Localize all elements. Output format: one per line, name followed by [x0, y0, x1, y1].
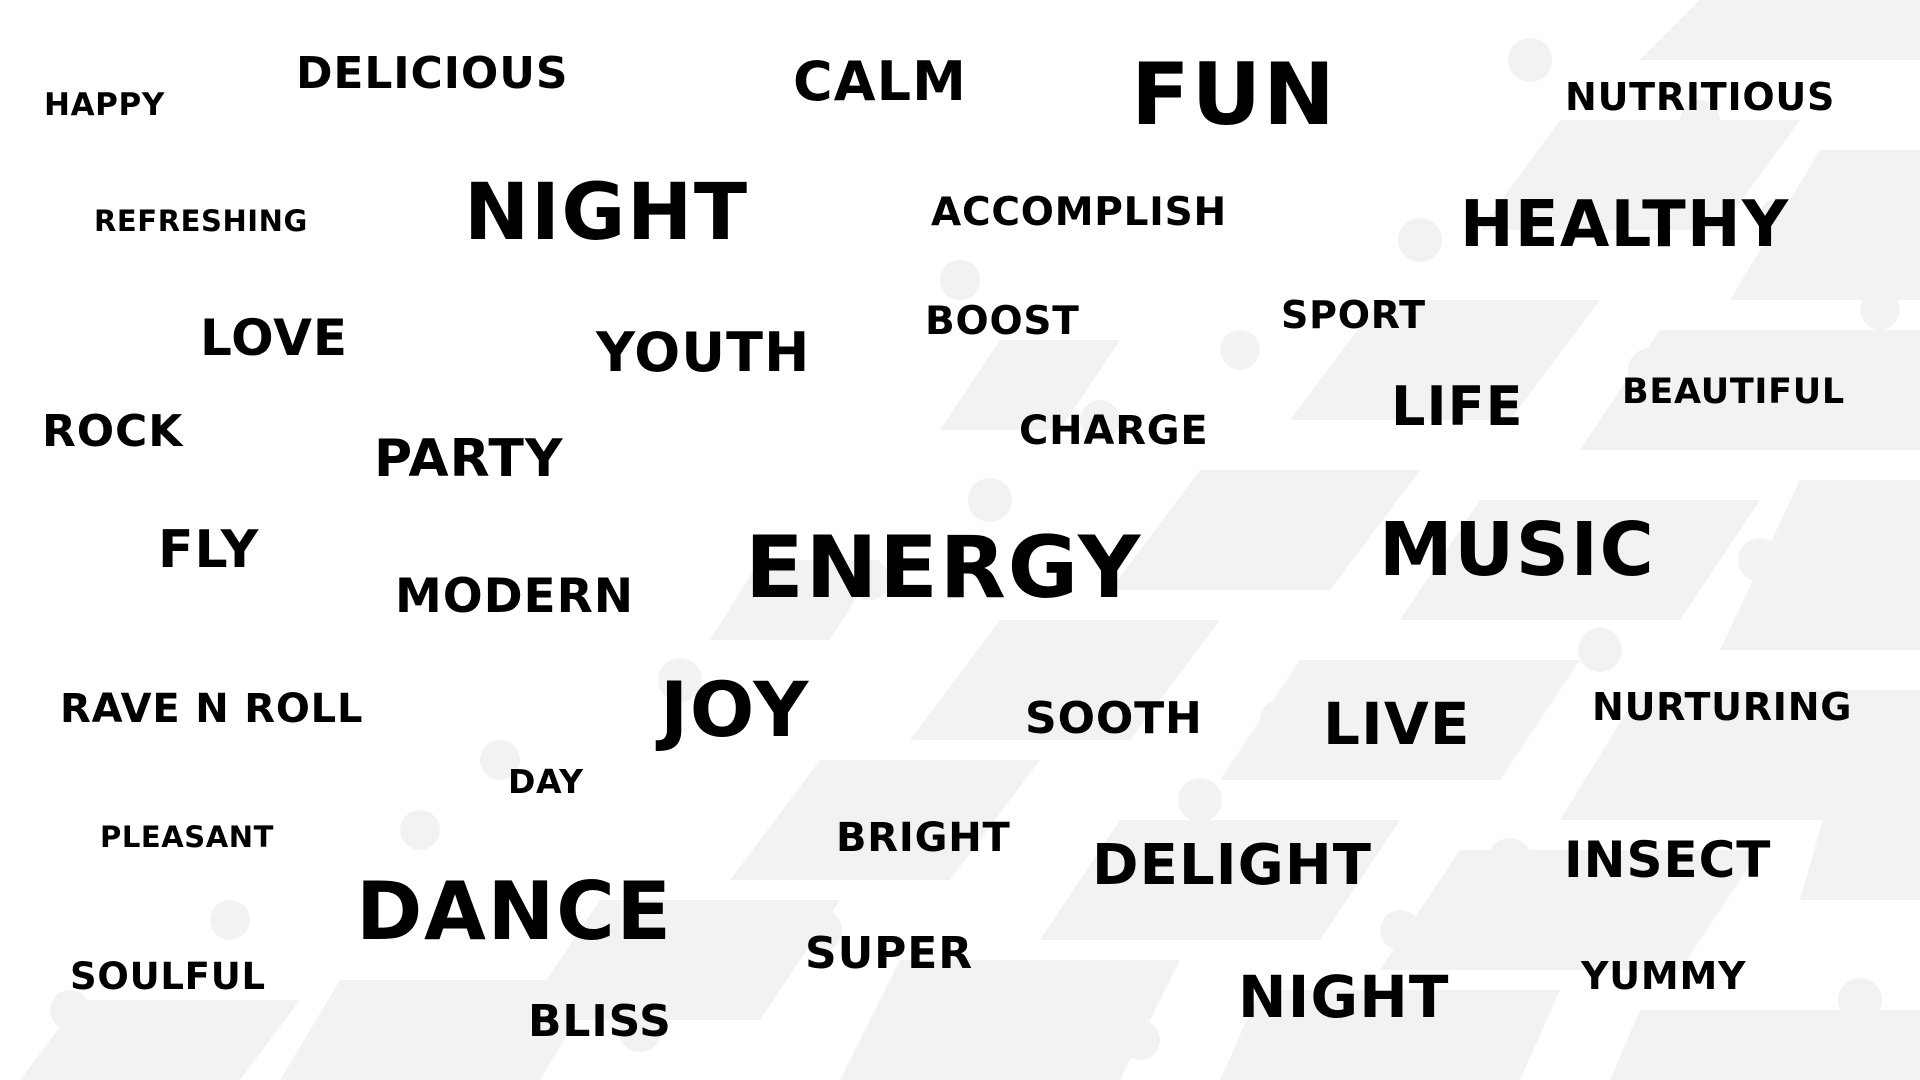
word-night-bottom: NIGHT [1238, 963, 1450, 1031]
word-delicious: DELICIOUS [296, 48, 569, 99]
word-boost: BOOST [925, 299, 1080, 344]
word-day: DAY [508, 762, 584, 801]
word-healthy: HEALTHY [1460, 188, 1790, 262]
word-love: LOVE [200, 309, 349, 367]
word-charge: CHARGE [1019, 408, 1209, 454]
word-rock: ROCK [42, 406, 184, 457]
word-beautiful: BEAUTIFUL [1622, 372, 1845, 412]
word-energy: ENERGY [745, 518, 1142, 618]
word-fly: FLY [158, 520, 260, 580]
word-dance: DANCE [356, 865, 673, 958]
word-youth: YOUTH [596, 321, 811, 384]
word-bright: BRIGHT [836, 815, 1011, 861]
word-insect: INSECT [1564, 831, 1772, 889]
word-live: LIVE [1323, 690, 1471, 758]
word-party: PARTY [374, 429, 564, 489]
word-music: MUSIC [1379, 507, 1656, 593]
word-super: SUPER [805, 928, 974, 979]
word-yummy: YUMMY [1581, 954, 1747, 998]
word-accomplish: ACCOMPLISH [931, 190, 1227, 235]
word-night-top: NIGHT [464, 168, 749, 258]
word-nutritious: NUTRITIOUS [1565, 75, 1836, 119]
word-nurturing: NURTURING [1592, 685, 1853, 729]
word-fun: FUN [1131, 45, 1337, 145]
word-rave-n-roll: RAVE N ROLL [60, 686, 364, 732]
word-soulful: SOULFUL [70, 955, 266, 998]
word-cloud-canvas: HAPPY DELICIOUS CALM FUN NUTRITIOUS REFR… [0, 0, 1920, 1080]
word-sport: SPORT [1281, 293, 1426, 337]
word-modern: MODERN [395, 569, 635, 624]
word-happy: HAPPY [44, 87, 165, 123]
word-calm: CALM [793, 50, 967, 113]
word-pleasant: PLEASANT [100, 820, 275, 854]
word-life: LIFE [1391, 375, 1524, 438]
word-refreshing: REFRESHING [94, 204, 308, 238]
word-sooth: SOOTH [1025, 693, 1203, 744]
word-joy: JOY [660, 665, 810, 754]
word-delight: DELIGHT [1092, 833, 1373, 898]
word-bliss: BLISS [528, 996, 672, 1047]
